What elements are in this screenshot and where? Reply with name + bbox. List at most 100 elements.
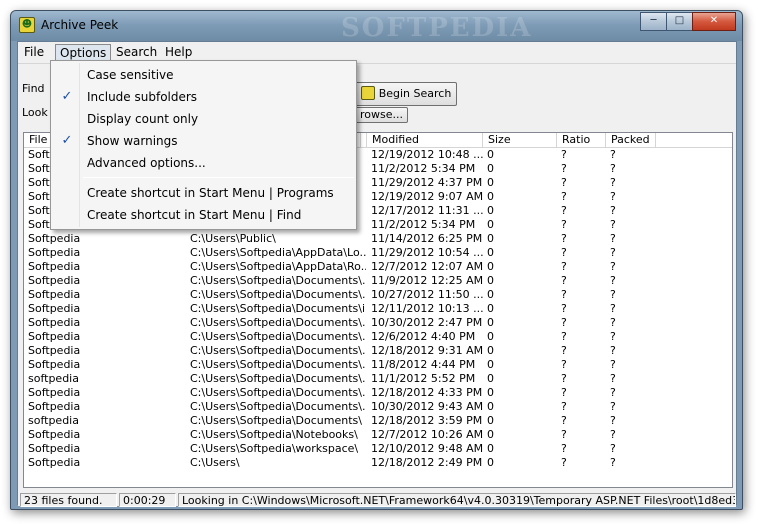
cell-ratio: ?	[561, 260, 567, 273]
table-row[interactable]: Softpedia C:\Users\Softpedia\Documents\..…	[24, 274, 732, 288]
cell-modified: 12/6/2012 4:40 PM	[371, 330, 476, 343]
options-menu-item-label: Display count only	[87, 112, 199, 126]
cell-packed: ?	[610, 204, 616, 217]
table-row[interactable]: Softpedia C:\Users\Public\ 11/14/2012 6:25…	[24, 232, 732, 246]
cell-packed: ?	[610, 358, 616, 371]
table-row[interactable]: Softpedia C:\Users\Softpedia\Documents\..…	[24, 344, 732, 358]
begin-search-button[interactable]: Begin Search	[355, 82, 457, 106]
column-header-modified[interactable]: Modified	[367, 133, 483, 148]
table-row[interactable]: Softpedia C:\Users\ 12/18/2012 2:49 PM 0??	[24, 456, 732, 470]
cell-ratio: ?	[561, 190, 567, 203]
menu-separator	[83, 177, 354, 178]
cell-ratio: ?	[561, 274, 567, 287]
options-menu-item[interactable]: Display count only	[51, 108, 356, 130]
options-menu-item[interactable]: ✓ Show warnings	[51, 130, 356, 152]
cell-modified: 12/19/2012 10:48 ...	[371, 148, 483, 161]
cell-packed: ?	[610, 372, 616, 385]
cell-file: Softpedia	[28, 232, 81, 245]
cell-packed: ?	[610, 288, 616, 301]
cell-folder: C:\Users\Softpedia\Notebooks\	[190, 428, 358, 441]
table-row[interactable]: softpedia C:\Users\Softpedia\Documents\ 12…	[24, 414, 732, 428]
table-row[interactable]: Softpedia C:\Users\Softpedia\Documents\..…	[24, 386, 732, 400]
archive-peek-app-icon[interactable]: ☻	[19, 17, 35, 33]
options-menu-item-label: Create shortcut in Start Menu | Find	[87, 208, 302, 222]
menu-search[interactable]: Search	[112, 44, 161, 61]
cell-packed: ?	[610, 148, 616, 161]
cell-size: 0	[487, 358, 494, 371]
cell-ratio: ?	[561, 386, 567, 399]
cell-size: 0	[487, 148, 494, 161]
table-row[interactable]: Softpedia C:\Users\Softpedia\Documents\..…	[24, 316, 732, 330]
cell-size: 0	[487, 316, 494, 329]
table-row[interactable]: Softpedia C:\Users\Softpedia\AppData\Ro..…	[24, 260, 732, 274]
cell-size: 0	[487, 372, 494, 385]
menu-options[interactable]: Options	[55, 44, 112, 61]
cell-file: Softpedia	[28, 274, 81, 287]
status-file-count: 23 files found.	[20, 493, 117, 507]
cell-ratio: ?	[561, 414, 567, 427]
menu-bar: File Options Search Help	[18, 42, 736, 62]
cell-packed: ?	[610, 190, 616, 203]
cell-modified: 12/18/2012 9:31 AM	[371, 344, 483, 357]
cell-modified: 11/29/2012 4:37 PM	[371, 176, 483, 189]
cell-file: softpedia	[28, 372, 79, 385]
cell-size: 0	[487, 260, 494, 273]
cell-ratio: ?	[561, 400, 567, 413]
cell-file: Softpedia	[28, 344, 81, 357]
menu-help[interactable]: Help	[161, 44, 196, 61]
options-menu-item-label: Case sensitive	[87, 68, 174, 82]
cell-modified: 10/30/2012 2:47 PM	[371, 316, 483, 329]
cell-folder: C:\Users\Softpedia\Documents\	[190, 414, 362, 427]
cell-size: 0	[487, 386, 494, 399]
column-header-ratio[interactable]: Ratio	[557, 133, 606, 148]
options-menu-item[interactable]: Case sensitive	[51, 64, 356, 86]
options-dropdown-menu: Case sensitive ✓ Include subfolders Display…	[50, 60, 357, 230]
search-icon	[360, 86, 375, 100]
options-menu-item[interactable]: ✓ Include subfolders	[51, 86, 356, 108]
cell-packed: ?	[610, 400, 616, 413]
minimize-button[interactable]: ─	[640, 12, 667, 31]
cell-modified: 12/18/2012 4:33 PM	[371, 386, 483, 399]
cell-ratio: ?	[561, 428, 567, 441]
cell-size: 0	[487, 246, 494, 259]
options-menu-item-label: Include subfolders	[87, 90, 198, 104]
cell-modified: 10/27/2012 11:50 ...	[371, 288, 483, 301]
table-row[interactable]: Softpedia C:\Users\Softpedia\Notebooks\ 12…	[24, 428, 732, 442]
cell-modified: 11/2/2012 5:34 PM	[371, 162, 476, 175]
cell-file: softpedia	[28, 414, 79, 427]
close-button[interactable]: ✕	[692, 12, 736, 31]
cell-ratio: ?	[561, 148, 567, 161]
table-row[interactable]: Softpedia C:\Users\Softpedia\Documents\i.…	[24, 302, 732, 316]
table-row[interactable]: Softpedia C:\Users\Softpedia\workspace\ 12…	[24, 442, 732, 456]
cell-ratio: ?	[561, 288, 567, 301]
options-menu-item[interactable]: Create shortcut in Start Menu | Programs	[51, 182, 356, 204]
table-row[interactable]: Softpedia C:\Users\Softpedia\Documents\..…	[24, 400, 732, 414]
table-row[interactable]: Softpedia C:\Users\Softpedia\Documents\..…	[24, 288, 732, 302]
menu-file[interactable]: File	[20, 44, 48, 61]
cell-ratio: ?	[561, 344, 567, 357]
cell-folder: C:\Users\Softpedia\Documents\...	[190, 386, 366, 399]
table-row[interactable]: Softpedia C:\Users\Softpedia\Documents\..…	[24, 358, 732, 372]
options-menu-item[interactable]: Advanced options...	[51, 152, 356, 174]
cell-size: 0	[487, 302, 494, 315]
cell-modified: 11/2/2012 5:34 PM	[371, 218, 476, 231]
table-row[interactable]: Softpedia C:\Users\Softpedia\Documents\..…	[24, 330, 732, 344]
browse-button[interactable]: rowse...	[355, 107, 408, 123]
maximize-button[interactable]: □	[666, 12, 693, 31]
cell-ratio: ?	[561, 302, 567, 315]
cell-size: 0	[487, 162, 494, 175]
column-header-size[interactable]: Size	[483, 133, 557, 148]
table-row[interactable]: softpedia C:\Users\Softpedia\Documents\..…	[24, 372, 732, 386]
cell-modified: 10/30/2012 9:43 AM	[371, 400, 483, 413]
cell-packed: ?	[610, 456, 616, 469]
title-bar[interactable]: ☻ Archive Peek SOFTPEDIA ─ □ ✕	[11, 11, 742, 43]
table-row[interactable]: Softpedia C:\Users\Softpedia\AppData\Lo..…	[24, 246, 732, 260]
cell-folder: C:\Users\	[190, 456, 240, 469]
cell-file: Softpedia	[28, 400, 81, 413]
cell-packed: ?	[610, 428, 616, 441]
cell-modified: 12/7/2012 12:07 AM	[371, 260, 483, 273]
cell-folder: C:\Users\Softpedia\Documents\...	[190, 372, 366, 385]
column-header-packed[interactable]: Packed	[606, 133, 656, 148]
cell-ratio: ?	[561, 162, 567, 175]
options-menu-item[interactable]: Create shortcut in Start Menu | Find	[51, 204, 356, 226]
